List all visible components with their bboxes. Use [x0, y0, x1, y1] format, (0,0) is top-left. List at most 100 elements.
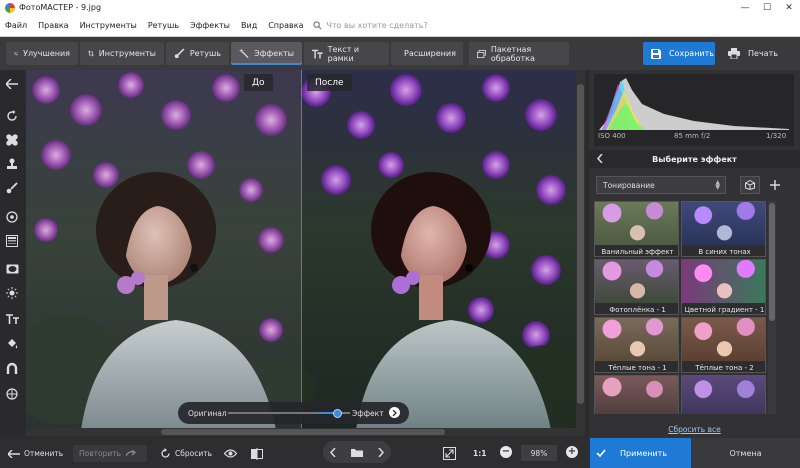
menu-effects[interactable]: Эффекты — [185, 21, 236, 30]
zoom-out-icon[interactable]: − — [500, 446, 512, 458]
cancel-button[interactable]: Отмена — [691, 438, 800, 468]
search-icon — [313, 21, 322, 30]
brush-icon — [174, 48, 185, 59]
chevron-right-icon[interactable] — [389, 407, 400, 418]
effects-scrollbar[interactable] — [768, 201, 776, 414]
tab-effects[interactable]: Эффекты — [231, 42, 302, 65]
scroll-thumb[interactable] — [577, 84, 584, 404]
reset-all-link[interactable]: Сбросить все — [589, 425, 800, 434]
save-button[interactable]: Сохранить — [643, 42, 715, 65]
rotate-icon[interactable] — [4, 108, 20, 124]
tab-label: Текст и рамки — [327, 44, 360, 63]
tab-label: Ретушь — [189, 49, 221, 58]
light-icon[interactable] — [4, 285, 20, 301]
category-select[interactable]: Тонирование ▲ ▼ — [596, 176, 726, 194]
effect-label: Фотоплёнка - 1 — [595, 303, 678, 314]
effect-thumbnail[interactable]: Тёплые тона - 2 — [681, 317, 766, 373]
chevron-left-icon[interactable] — [330, 447, 336, 457]
minimize-icon[interactable]: — — [734, 0, 756, 15]
tab-retouch[interactable]: Ретушь — [166, 42, 229, 65]
before-label: До — [244, 74, 273, 91]
maximize-icon[interactable]: ☐ — [756, 0, 778, 15]
menu-file[interactable]: Файл — [0, 21, 33, 30]
after-image — [301, 70, 576, 428]
gradient-filter-icon[interactable] — [4, 233, 20, 249]
tab-tools[interactable]: Инструменты — [80, 42, 164, 65]
fit-to-screen-button[interactable] — [443, 445, 460, 462]
reset-button[interactable]: Сбросить — [160, 445, 212, 462]
redo-button[interactable]: Повторить — [73, 445, 148, 462]
tab-enhancements[interactable]: Улучшения — [6, 42, 78, 65]
crop-icon — [88, 50, 94, 57]
tab-label: Улучшения — [23, 49, 70, 58]
vignette-icon[interactable] — [4, 261, 20, 277]
fill-bucket-icon[interactable] — [4, 336, 20, 352]
3d-lut-button[interactable] — [740, 176, 760, 194]
redo-label: Повторить — [79, 449, 122, 458]
text-tool-icon[interactable] — [4, 311, 20, 327]
preview-eye-button[interactable] — [224, 445, 241, 462]
effect-thumbnail[interactable]: Ванильный эффект — [594, 201, 679, 257]
effect-thumbnail[interactable]: Тёплые тона - 1 — [594, 317, 679, 373]
radial-filter-icon[interactable] — [4, 209, 20, 225]
menu-help[interactable]: Справка — [263, 21, 309, 30]
effect-thumbnail[interactable]: В синих тонах — [681, 201, 766, 257]
bandage-icon[interactable] — [4, 132, 20, 148]
zoom-value[interactable]: 98% — [521, 445, 557, 461]
menu-retouch[interactable]: Ретушь — [143, 21, 185, 30]
magnet-icon[interactable] — [4, 360, 20, 376]
histogram-shutter: 1/320 — [766, 132, 787, 140]
before-after-divider[interactable] — [301, 70, 302, 428]
menu-bar: Файл Правка Инструменты Ретушь Эффекты В… — [0, 15, 800, 37]
batch-processing-button[interactable]: Пакетная обработка — [469, 42, 569, 65]
image-canvas[interactable]: До После Оригинал Эффект — [26, 70, 576, 428]
magic-wand-icon — [239, 48, 249, 59]
undo-button[interactable]: Отменить — [8, 445, 63, 462]
apply-button[interactable]: Применить — [590, 438, 691, 468]
menu-edit[interactable]: Правка — [33, 21, 74, 30]
undo-label: Отменить — [24, 449, 64, 458]
chevron-right-icon[interactable] — [378, 447, 384, 457]
checkmark-icon — [596, 449, 606, 457]
before-image — [26, 70, 301, 428]
tab-extensions[interactable]: Расширения — [391, 42, 463, 65]
print-button[interactable]: Печать — [722, 42, 790, 65]
plus-icon — [770, 180, 780, 190]
effect-thumbnail[interactable] — [594, 375, 679, 414]
stamp-icon[interactable] — [4, 156, 20, 172]
back-arrow-icon[interactable] — [4, 76, 20, 92]
effects-side-panel: ISO 400 85 mm f/2 1/320 Выберите эффект … — [589, 70, 800, 438]
folder-icon[interactable] — [350, 448, 363, 457]
menu-view[interactable]: Вид — [236, 21, 263, 30]
effect-label: Ванильный эффект — [595, 245, 678, 256]
histogram-iso: ISO 400 — [598, 132, 626, 140]
back-chevron-icon[interactable] — [597, 154, 603, 163]
tab-label: Эффекты — [254, 49, 294, 58]
effect-thumbnail[interactable]: Фотоплёнка - 1 — [594, 259, 679, 315]
effect-label: Тёплые тона - 1 — [595, 361, 678, 372]
fit-screen-icon — [443, 447, 456, 460]
zoom-in-icon[interactable]: + — [566, 446, 578, 458]
scroll-thumb[interactable] — [769, 203, 775, 321]
brush-tool-icon[interactable] — [4, 180, 20, 196]
effect-thumbnail[interactable] — [681, 375, 766, 414]
actual-size-button[interactable]: 1:1 — [473, 445, 486, 462]
canvas-horizontal-scrollbar[interactable] — [26, 428, 585, 436]
slider-knob[interactable] — [333, 408, 343, 418]
canvas-vertical-scrollbar[interactable] — [576, 70, 585, 428]
scroll-thumb[interactable] — [161, 429, 445, 435]
add-effect-button[interactable] — [765, 176, 785, 194]
effect-strength-slider[interactable]: Оригинал Эффект — [178, 402, 409, 424]
close-icon[interactable]: ✕ — [778, 0, 800, 15]
menu-tools[interactable]: Инструменты — [75, 21, 143, 30]
tab-text-frames[interactable]: Текст и рамки — [304, 42, 389, 65]
menu-search[interactable]: Что вы хотите сделать? — [313, 21, 428, 30]
effects-header: Выберите эффект — [589, 150, 800, 168]
histogram: ISO 400 85 mm f/2 1/320 — [594, 74, 794, 146]
effect-thumbnail[interactable]: Цветной градиент - 1 — [681, 259, 766, 315]
effect-label: Цветной градиент - 1 — [682, 303, 765, 314]
compare-button[interactable] — [251, 445, 267, 462]
globe-icon[interactable] — [4, 386, 20, 402]
undo-arrow-icon — [8, 449, 20, 458]
reset-label: Сбросить — [175, 449, 212, 458]
